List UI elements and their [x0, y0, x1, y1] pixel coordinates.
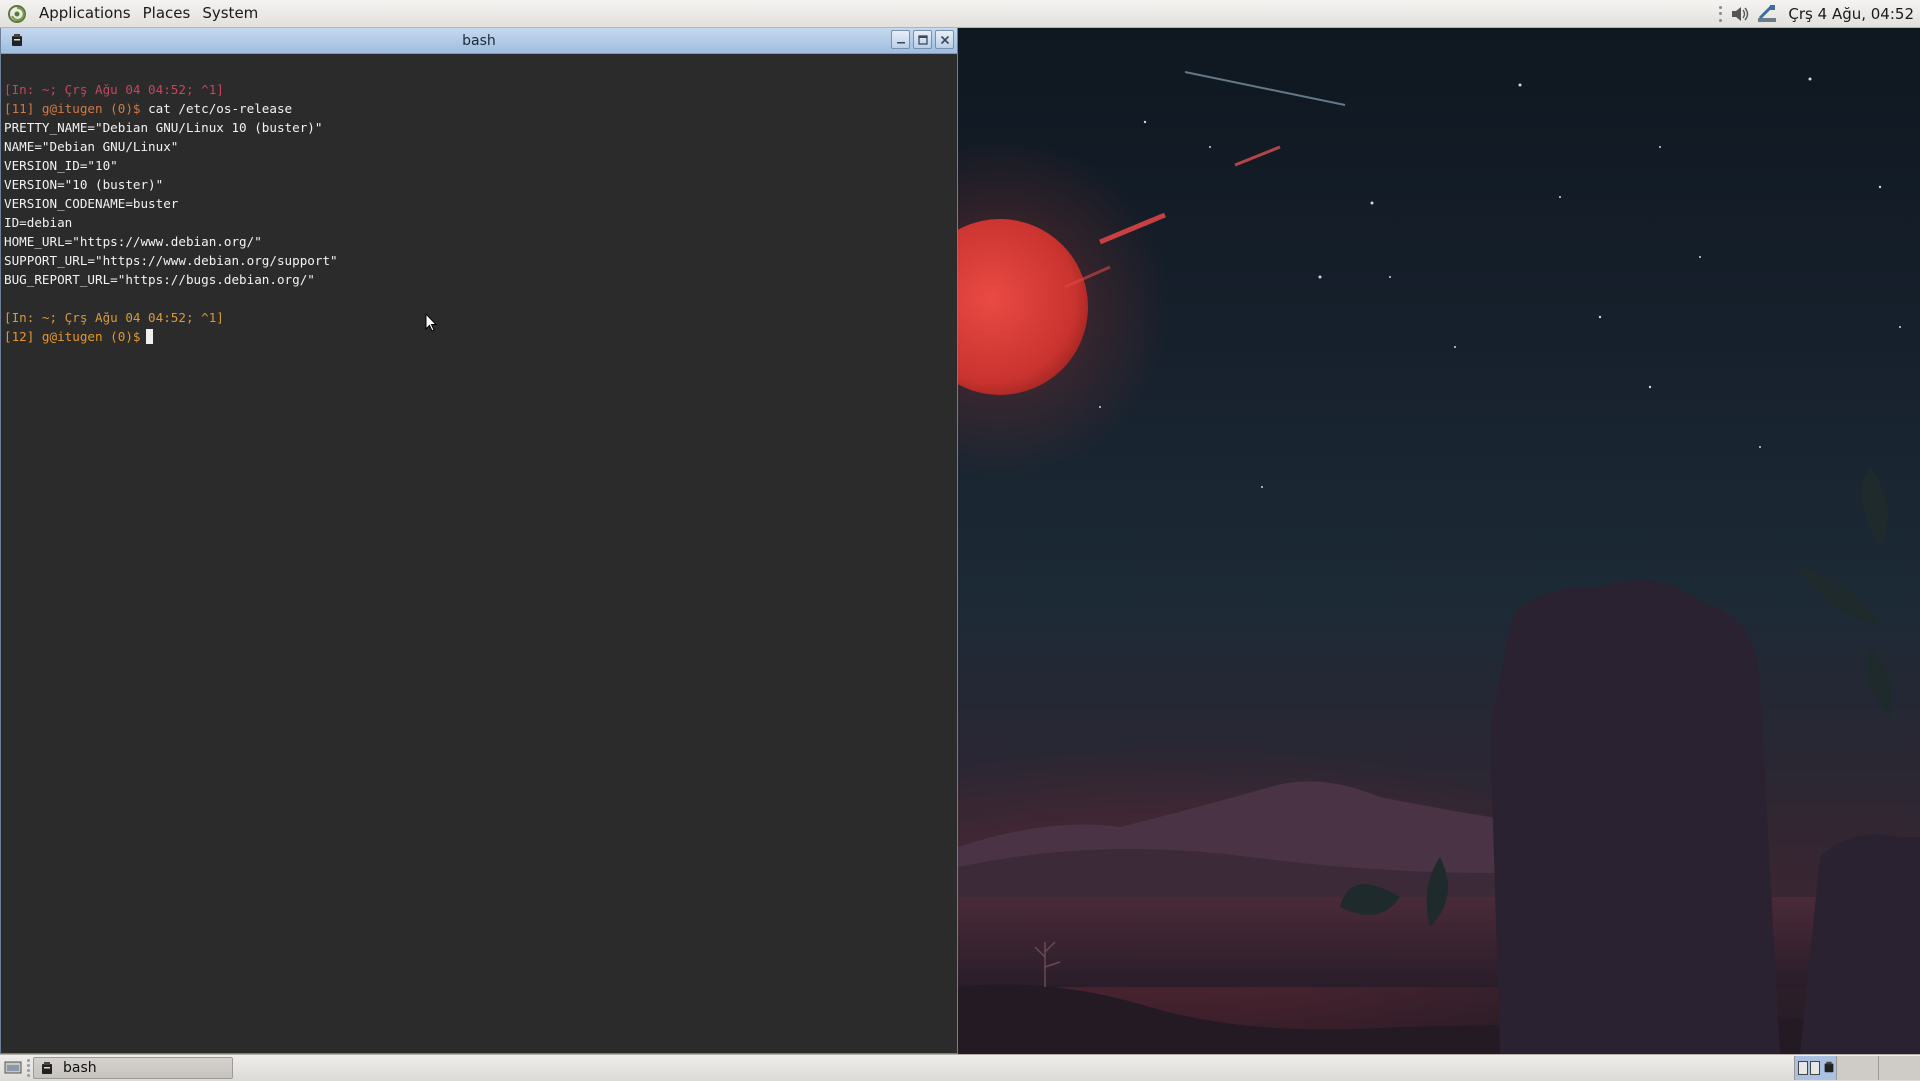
terminal-text: VERSION_ID="10" — [4, 158, 118, 173]
tray-handle[interactable] — [1719, 5, 1723, 22]
taskbar-item-label: bash — [63, 1060, 97, 1076]
system-tray: Çrş 4 Ağu, 04:52 — [1719, 4, 1914, 24]
terminal-line: ID=debian — [4, 213, 957, 232]
shell-prompt: [11] g@itugen (0)$ — [4, 101, 141, 116]
volume-icon[interactable] — [1730, 5, 1750, 23]
prompt-info: [In: ~; Çrş Ağu 04 04:52; ^1] — [4, 310, 224, 325]
terminal-line: VERSION="10 (buster)" — [4, 175, 957, 194]
workspace-window-thumb — [1810, 1061, 1820, 1075]
workspace-switcher — [1794, 1055, 1920, 1081]
taskbar-item-bash[interactable]: bash — [33, 1057, 233, 1079]
terminal-line: HOME_URL="https://www.debian.org/" — [4, 232, 957, 251]
window-titlebar[interactable]: bash — [1, 28, 957, 54]
maximize-button[interactable] — [913, 30, 932, 49]
terminal-text: VERSION="10 (buster)" — [4, 177, 164, 192]
terminal-text: HOME_URL="https://www.debian.org/" — [4, 234, 262, 249]
terminal-icon — [1822, 1059, 1836, 1078]
terminal-window[interactable]: bash [In: ~; Çrş Ağu 04 04:52; ^1] [11] g… — [0, 27, 958, 1054]
bottom-panel: bash — [0, 1054, 1920, 1081]
show-desktop-button[interactable] — [2, 1058, 24, 1078]
prompt-info: [In: ~; Çrş Ağu 04 04:52; ^1] — [4, 82, 224, 97]
window-controls — [891, 30, 954, 49]
shell-prompt: [12] g@itugen (0)$ — [4, 329, 141, 344]
network-icon[interactable] — [1756, 4, 1778, 24]
terminal-line: NAME="Debian GNU/Linux" — [4, 137, 957, 156]
terminal-text: ID=debian — [4, 215, 73, 230]
menu-applications[interactable]: Applications — [33, 0, 137, 27]
terminal-output[interactable]: [In: ~; Çrş Ağu 04 04:52; ^1] [11] g@itug… — [1, 54, 957, 1053]
mouse-pointer-icon — [425, 313, 437, 332]
terminal-line: [11] g@itugen (0)$ cat /etc/os-release — [4, 99, 957, 118]
panel-handle[interactable] — [27, 1059, 30, 1077]
terminal-text: NAME="Debian GNU/Linux" — [4, 139, 179, 154]
terminal-line: [In: ~; Çrş Ağu 04 04:52; ^1] — [4, 308, 957, 327]
close-icon — [940, 35, 949, 44]
menu-places[interactable]: Places — [137, 0, 197, 27]
terminal-line: BUG_REPORT_URL="https://bugs.debian.org/… — [4, 270, 957, 289]
terminal-text: VERSION_CODENAME=buster — [4, 196, 179, 211]
terminal-text: PRETTY_NAME="Debian GNU/Linux 10 (buster… — [4, 120, 323, 135]
terminal-icon — [39, 1060, 55, 1076]
show-desktop-icon — [4, 1061, 22, 1074]
terminal-line: VERSION_ID="10" — [4, 156, 957, 175]
debian-swirl-icon[interactable] — [7, 4, 27, 24]
terminal-line: [12] g@itugen (0)$ — [4, 327, 957, 346]
workspace-2[interactable] — [1836, 1056, 1878, 1080]
close-button[interactable] — [935, 30, 954, 49]
clock[interactable]: Çrş 4 Ağu, 04:52 — [1788, 5, 1914, 23]
terminal-text: cat /etc/os-release — [140, 101, 293, 116]
workspace-window-thumb — [1798, 1061, 1808, 1075]
workspace-1[interactable] — [1794, 1056, 1836, 1080]
terminal-line: [In: ~; Çrş Ağu 04 04:52; ^1] — [4, 80, 957, 99]
minimize-icon — [896, 41, 905, 43]
terminal-icon[interactable] — [9, 32, 25, 48]
minimize-button[interactable] — [891, 30, 910, 49]
workspace-3[interactable] — [1878, 1056, 1920, 1080]
top-panel: Applications Places System Çrş 4 Ağu, 04… — [0, 0, 1920, 28]
terminal-text: BUG_REPORT_URL="https://bugs.debian.org/… — [4, 272, 315, 287]
window-title: bash — [462, 32, 496, 49]
terminal-line: VERSION_CODENAME=buster — [4, 194, 957, 213]
text-cursor — [146, 329, 154, 344]
terminal-line: SUPPORT_URL="https://www.debian.org/supp… — [4, 251, 957, 270]
maximize-icon — [917, 34, 928, 45]
menu-system[interactable]: System — [196, 0, 264, 27]
terminal-text: SUPPORT_URL="https://www.debian.org/supp… — [4, 253, 338, 268]
terminal-line: PRETTY_NAME="Debian GNU/Linux 10 (buster… — [4, 118, 957, 137]
